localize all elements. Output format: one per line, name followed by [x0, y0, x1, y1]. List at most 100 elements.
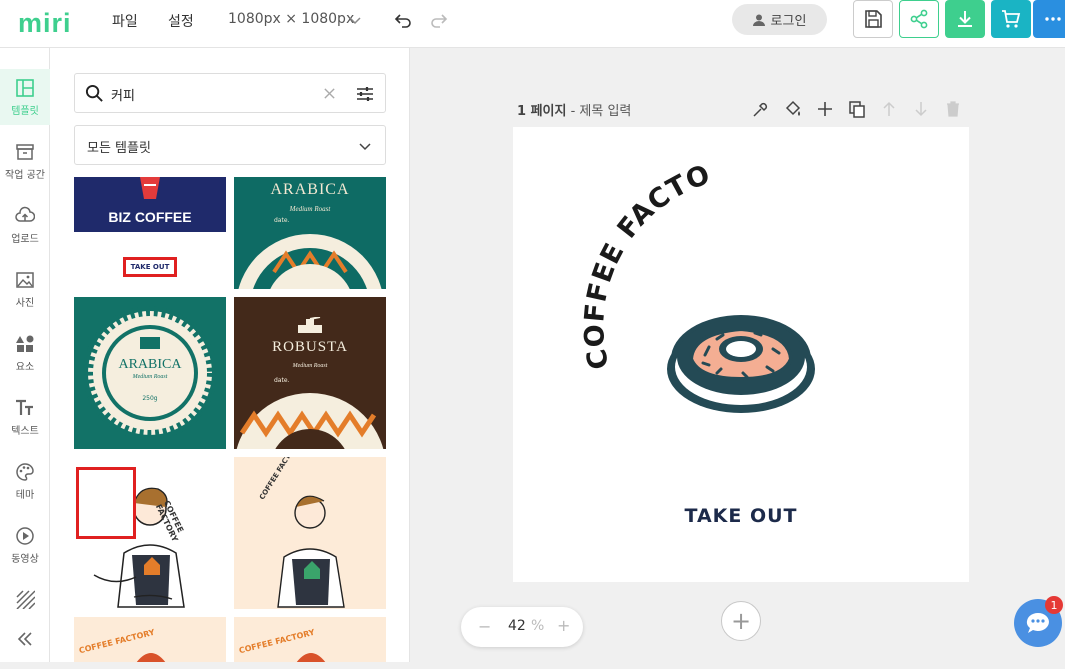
trash-icon[interactable] — [944, 100, 962, 118]
sidebar-item-workspace[interactable]: 작업 공간 — [0, 133, 50, 189]
template-card[interactable]: ARABICA Medium Roast 250g — [74, 297, 226, 449]
sidebar-label: 사진 — [15, 297, 35, 309]
sidebar-label: 요소 — [15, 361, 35, 373]
template-card[interactable]: ROBUSTA Medium Roast date. — [234, 297, 386, 449]
sidebar-item-elements[interactable]: 요소 — [0, 325, 50, 381]
zoom-value[interactable]: 42 — [508, 618, 526, 634]
template-filter-select[interactable]: 모든 템플릿 — [74, 125, 386, 165]
take-out-text[interactable]: TAKE OUT — [513, 505, 969, 527]
palette-icon — [16, 462, 34, 481]
filter-icon[interactable] — [356, 85, 374, 103]
user-icon — [752, 14, 765, 26]
aztec-pattern — [236, 393, 384, 449]
move-up-icon[interactable] — [880, 100, 898, 118]
design-page[interactable]: COFFEE FACTORY TAKE OUT — [513, 127, 969, 582]
chat-icon — [1026, 612, 1049, 633]
barista-head — [136, 653, 166, 662]
sidebar-item-theme[interactable]: 테마 — [0, 453, 50, 509]
template-title: ARABICA — [270, 181, 350, 198]
search-icon — [85, 84, 103, 102]
template-card[interactable]: COFFEE FACTORY — [234, 457, 386, 609]
duplicate-icon[interactable] — [848, 100, 866, 118]
canvas-size-select[interactable]: 1080px × 1080px — [228, 11, 354, 27]
sidebar-label: 테마 — [15, 489, 35, 501]
template-card[interactable]: COFFEE FACTORY — [74, 617, 226, 662]
shapes-icon — [16, 335, 34, 352]
template-title: ARABICA — [118, 357, 182, 372]
aztec-ring — [83, 306, 217, 440]
zoom-in-button[interactable]: + — [557, 616, 570, 635]
pattern-icon — [16, 590, 35, 609]
sidebar-item-text[interactable]: 텍스트 — [0, 389, 50, 445]
search-input[interactable] — [111, 83, 311, 105]
undo-icon[interactable] — [394, 11, 412, 29]
template-title: ROBUSTA — [272, 339, 348, 355]
sidebar-item-photo[interactable]: 사진 — [0, 261, 50, 317]
share-icon — [910, 9, 928, 29]
redo-icon[interactable] — [430, 11, 448, 29]
template-card[interactable]: COFFEE FACTORY — [234, 617, 386, 662]
coffee-grinder-icon — [298, 317, 322, 333]
template-title: BIZ COFFEE — [108, 209, 192, 225]
sidebar-item-templates[interactable]: 템플릿 — [0, 69, 50, 125]
sidebar-label: 템플릿 — [11, 105, 39, 117]
coffee-cup-icon — [140, 177, 160, 199]
add-icon[interactable] — [816, 100, 834, 118]
save-button[interactable] — [853, 0, 893, 38]
barista-illustration — [277, 495, 345, 608]
sidebar-collapse[interactable] — [0, 613, 50, 669]
donut-illustration[interactable] — [663, 307, 819, 415]
share-button[interactable] — [899, 0, 939, 38]
template-extra: 250g — [142, 395, 158, 402]
cart-button[interactable] — [991, 0, 1031, 38]
template-filter-value: 모든 템플릿 — [87, 141, 151, 156]
sidebar-label: 텍스트 — [11, 425, 39, 437]
left-sidebar: 템플릿 작업 공간 업로드 사진 요소 텍스트 테마 동영상 — [0, 48, 50, 662]
chevron-down-icon — [359, 143, 371, 151]
add-page-button[interactable]: + — [721, 601, 761, 641]
login-button[interactable]: 로그인 — [732, 4, 827, 35]
template-icon — [16, 78, 34, 97]
move-down-icon[interactable] — [912, 100, 930, 118]
more-button[interactable] — [1033, 0, 1065, 38]
clear-icon[interactable] — [323, 87, 336, 100]
template-subtitle: Medium Roast — [289, 205, 331, 213]
page-label: 1 페이지 - 제목 입력 — [517, 100, 631, 119]
menu-file[interactable]: 파일 — [112, 11, 138, 31]
collapse-icon — [17, 632, 32, 646]
template-card[interactable]: ARABICA Medium Roast date. — [234, 177, 386, 289]
zoom-out-button[interactable]: − — [478, 617, 491, 636]
chat-notification-badge: 1 — [1045, 596, 1063, 614]
aztec-pattern — [238, 234, 382, 289]
photo-icon — [16, 271, 34, 288]
eyedropper-icon[interactable] — [752, 100, 770, 118]
more-icon — [1045, 17, 1061, 21]
chevron-down-icon[interactable] — [348, 13, 362, 27]
search-box — [74, 73, 386, 113]
page-title-input[interactable]: - 제목 입력 — [571, 104, 632, 119]
sidebar-item-video[interactable]: 동영상 — [0, 517, 50, 573]
paint-bucket-icon[interactable] — [784, 100, 802, 118]
template-extra: date. — [274, 217, 290, 224]
save-icon — [865, 10, 882, 28]
download-icon — [958, 11, 972, 27]
sidebar-label: 동영상 — [11, 553, 39, 565]
sidebar-item-upload[interactable]: 업로드 — [0, 197, 50, 253]
app-logo[interactable]: miri — [18, 8, 72, 39]
zoom-unit: % — [531, 618, 545, 634]
download-button[interactable] — [945, 0, 985, 38]
highlight-box — [76, 467, 136, 539]
sidebar-label: 작업 공간 — [5, 169, 45, 181]
template-panel: 모든 템플릿 BIZ COFFEE TAKE OUT ARABICA Mediu… — [50, 48, 410, 662]
cart-icon — [1002, 10, 1021, 28]
top-bar: miri 파일 설정 1080px × 1080px 로그인 — [0, 0, 1065, 48]
login-label: 로그인 — [770, 14, 807, 29]
text-icon — [16, 399, 33, 415]
sidebar-label: 업로드 — [11, 233, 39, 245]
page-number: 1 페이지 — [517, 104, 567, 119]
template-card[interactable]: COFFEE FACTORY — [74, 457, 226, 609]
canvas-area: 1 페이지 - 제목 입력 COFFEE FACTORY TAKE OUT — [410, 48, 1065, 662]
menu-settings[interactable]: 설정 — [168, 11, 194, 31]
template-card[interactable]: BIZ COFFEE TAKE OUT — [74, 177, 226, 279]
barista-head — [296, 653, 326, 662]
